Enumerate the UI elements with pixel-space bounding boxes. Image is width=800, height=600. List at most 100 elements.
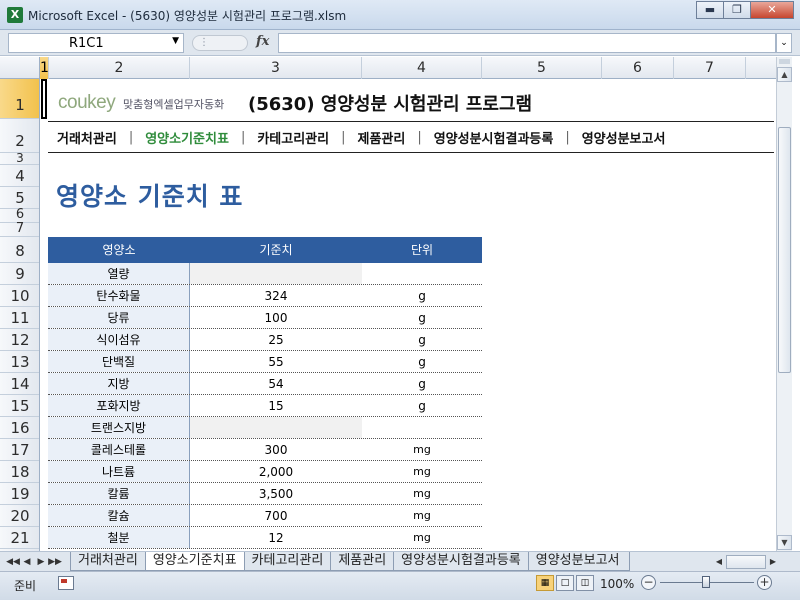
row-header-11[interactable]: 11 [0,307,39,329]
normal-view-icon[interactable]: ▦ [536,575,554,591]
nutrient-name[interactable]: 열량 [48,263,190,284]
table-row[interactable]: 트랜스지방 [48,417,482,439]
row-header-18[interactable]: 18 [0,461,39,483]
last-sheet-icon[interactable]: ▶▶ [48,554,62,570]
standard-value[interactable]: 15 [190,395,362,416]
table-row[interactable]: 지방 54 g [48,373,482,395]
row-header-19[interactable]: 19 [0,483,39,505]
row-header-15[interactable]: 15 [0,395,39,417]
column-header-6[interactable]: 6 [602,57,674,79]
row-header-7[interactable]: 7 [0,222,39,237]
formula-input[interactable] [278,33,776,53]
excel-icon[interactable]: X [7,7,23,23]
sheet-tab-report[interactable]: 영양성분보고서 [527,552,630,571]
restore-button[interactable]: ❐ [723,1,751,19]
nutrient-name[interactable]: 당류 [48,307,190,328]
table-row[interactable]: 칼슘 700 mg [48,505,482,527]
row-header-8[interactable]: 8 [0,237,39,263]
nutrient-name[interactable]: 단백질 [48,351,190,372]
standard-value[interactable]: 300 [190,439,362,460]
unit-value[interactable]: g [362,395,482,416]
sheet-tab-categories[interactable]: 카테고리관리 [243,552,332,571]
row-header-1[interactable]: 1 [0,79,39,119]
page-break-view-icon[interactable]: ◫ [576,575,594,591]
insert-function-button[interactable]: fx [256,34,269,49]
table-row[interactable]: 칼륨 3,500 mg [48,483,482,505]
table-row[interactable]: 포화지방 15 g [48,395,482,417]
standard-value[interactable]: 3,500 [190,483,362,504]
unit-value[interactable]: mg [362,527,482,548]
worksheet-grid[interactable]: coukey 맞춤형엑셀업무자동화 (5630) 영양성분 시험관리 프로그램 … [40,79,776,551]
row-header-5[interactable]: 5 [0,187,39,209]
unit-value[interactable]: g [362,285,482,306]
standard-value[interactable]: 12 [190,527,362,548]
unit-value[interactable]: mg [362,505,482,526]
table-row[interactable]: 철분 12 mg [48,527,482,549]
unit-value[interactable]: mg [362,461,482,482]
nav-item-report[interactable]: 영양성분보고서 [573,128,675,147]
scroll-up-icon[interactable]: ▲ [777,67,792,82]
name-box[interactable]: R1C1 ▼ [8,33,184,53]
nutrient-name[interactable]: 탄수화물 [48,285,190,306]
first-sheet-icon[interactable]: ◀◀ [6,554,20,570]
split-handle[interactable] [779,59,790,64]
nutrient-name[interactable]: 식이섬유 [48,329,190,350]
table-row[interactable]: 탄수화물 324 g [48,285,482,307]
standard-value[interactable] [190,263,362,284]
standard-value[interactable]: 55 [190,351,362,372]
chevron-down-icon[interactable]: ▼ [172,36,179,46]
horizontal-scrollbar[interactable]: ◀ ▶ [712,554,798,570]
nutrient-name[interactable]: 칼슘 [48,505,190,526]
row-header-16[interactable]: 16 [0,417,39,439]
nutrient-name[interactable]: 나트륨 [48,461,190,482]
standard-value[interactable] [190,417,362,438]
vertical-scrollbar[interactable]: ▲ ▼ [776,57,792,551]
row-header-14[interactable]: 14 [0,373,39,395]
prev-sheet-icon[interactable]: ◀ [20,554,34,570]
table-row[interactable]: 식이섬유 25 g [48,329,482,351]
unit-value[interactable]: g [362,373,482,394]
unit-value[interactable]: mg [362,483,482,504]
scroll-left-icon[interactable]: ◀ [712,554,726,570]
unit-value[interactable] [362,417,482,438]
row-header-2[interactable]: 2 [0,119,39,153]
nav-item-test-results[interactable]: 영양성분시험결과등록 [425,128,563,147]
table-row[interactable]: 열량 [48,263,482,285]
table-row[interactable]: 단백질 55 g [48,351,482,373]
zoom-in-icon[interactable]: + [757,575,772,590]
column-header-4[interactable]: 4 [362,57,482,79]
next-sheet-icon[interactable]: ▶ [34,554,48,570]
sheet-tab-nutrient-standards[interactable]: 영양소기준치표 [144,552,245,571]
nutrient-name[interactable]: 포화지방 [48,395,190,416]
page-layout-view-icon[interactable]: □ [556,575,574,591]
zoom-slider-thumb[interactable] [702,576,710,588]
nutrient-name[interactable]: 지방 [48,373,190,394]
unit-value[interactable]: g [362,329,482,350]
column-header-1[interactable]: 1 [40,57,49,79]
nav-item-nutrient-standards[interactable]: 영양소기준치표 [136,128,238,147]
active-cell[interactable] [41,79,47,119]
row-header-4[interactable]: 4 [0,165,39,187]
row-header-9[interactable]: 9 [0,263,39,285]
nutrient-name[interactable]: 콜레스테롤 [48,439,190,460]
column-header-5[interactable]: 5 [482,57,602,79]
table-row[interactable]: 콜레스테롤 300 mg [48,439,482,461]
standard-value[interactable]: 324 [190,285,362,306]
sheet-tab-products[interactable]: 제품관리 [330,552,395,571]
minimize-button[interactable]: ▬ [696,1,724,19]
row-header-13[interactable]: 13 [0,351,39,373]
unit-value[interactable]: g [362,307,482,328]
vertical-scroll-thumb[interactable] [778,127,791,373]
horizontal-scroll-thumb[interactable] [726,555,766,569]
macro-record-icon[interactable] [58,576,74,590]
nutrient-name[interactable]: 철분 [48,527,190,548]
nav-item-categories[interactable]: 카테고리관리 [248,128,338,147]
standard-value[interactable]: 25 [190,329,362,350]
standard-value[interactable]: 700 [190,505,362,526]
unit-value[interactable]: mg [362,439,482,460]
sheet-tab-clients[interactable]: 거래처관리 [70,552,146,571]
row-header-20[interactable]: 20 [0,505,39,527]
scroll-right-icon[interactable]: ▶ [766,554,780,570]
sheet-tab-test-results[interactable]: 영양성분시험결과등록 [393,552,529,571]
table-row[interactable]: 당류 100 g [48,307,482,329]
